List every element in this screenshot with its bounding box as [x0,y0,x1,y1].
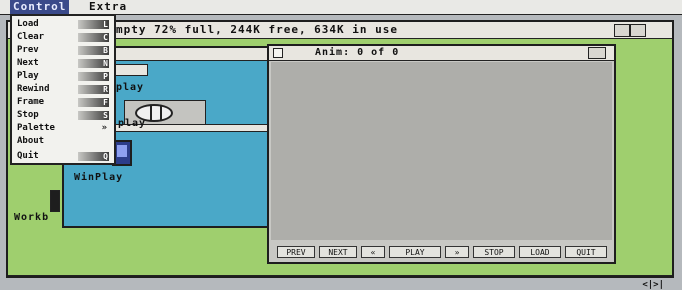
submenu-arrow-icon: » [101,123,107,133]
menu-bar: Control Extra [0,0,682,15]
menu-item-next[interactable]: Next N [17,57,113,70]
anim-title-bar[interactable]: Anim: 0 of 0 [269,46,614,61]
control-menu-dropdown: Load L Clear C Prev B Next N Play P Rewind R F… [10,14,116,165]
quit-button[interactable]: QUIT [565,246,607,258]
prev-button[interactable]: PREV [277,246,315,258]
menu-item-clear[interactable]: Clear C [17,31,113,44]
play-icon-label: play [116,82,145,93]
stop-button[interactable]: STOP [473,246,515,258]
menu-item-quit[interactable]: Quit Q [17,150,113,163]
menu-item-frame[interactable]: Frame F [17,96,113,109]
menu-item-rewind[interactable]: Rewind R [17,83,113,96]
zoom-gadget-icon[interactable] [614,24,630,37]
rewind-button[interactable]: « [361,246,385,258]
menu-item-stop[interactable]: Stop S [17,109,113,122]
menu-control[interactable]: Control [10,0,70,14]
play2-icon-label: play [118,118,147,129]
depth-gadget-icon[interactable] [630,24,646,37]
animation-display [271,62,612,240]
close-icon[interactable] [273,48,283,58]
window-depth-icon[interactable] [588,47,606,59]
next-button[interactable]: NEXT [319,246,357,258]
menu-item-palette[interactable]: Palette» [17,122,113,135]
forward-button[interactable]: » [445,246,469,258]
disk-icon[interactable] [50,190,60,212]
workbench-title: mpty 72% full, 244K free, 634K in use [116,23,399,36]
workbench-label: Workb [14,212,50,223]
winplay-icon-label: WinPlay [74,172,124,183]
anim-button-bar: PREV NEXT « PLAY » STOP LOAD QUIT [277,246,610,260]
drawer-field[interactable] [112,64,148,76]
menu-item-load[interactable]: Load L [17,18,113,31]
scroll-arrows-icon[interactable]: <|>| [642,280,664,290]
footer-divider [8,275,672,276]
menu-item-about[interactable]: About [17,135,113,148]
play-button[interactable]: PLAY [389,246,441,258]
menu-extra[interactable]: Extra [86,0,130,14]
menu-item-prev[interactable]: Prev B [17,44,113,57]
anim-title: Anim: 0 of 0 [315,47,400,58]
menu-item-play[interactable]: Play P [17,70,113,83]
anim-window: Anim: 0 of 0 PREV NEXT « PLAY » STOP LOA… [267,44,616,264]
load-button[interactable]: LOAD [519,246,561,258]
